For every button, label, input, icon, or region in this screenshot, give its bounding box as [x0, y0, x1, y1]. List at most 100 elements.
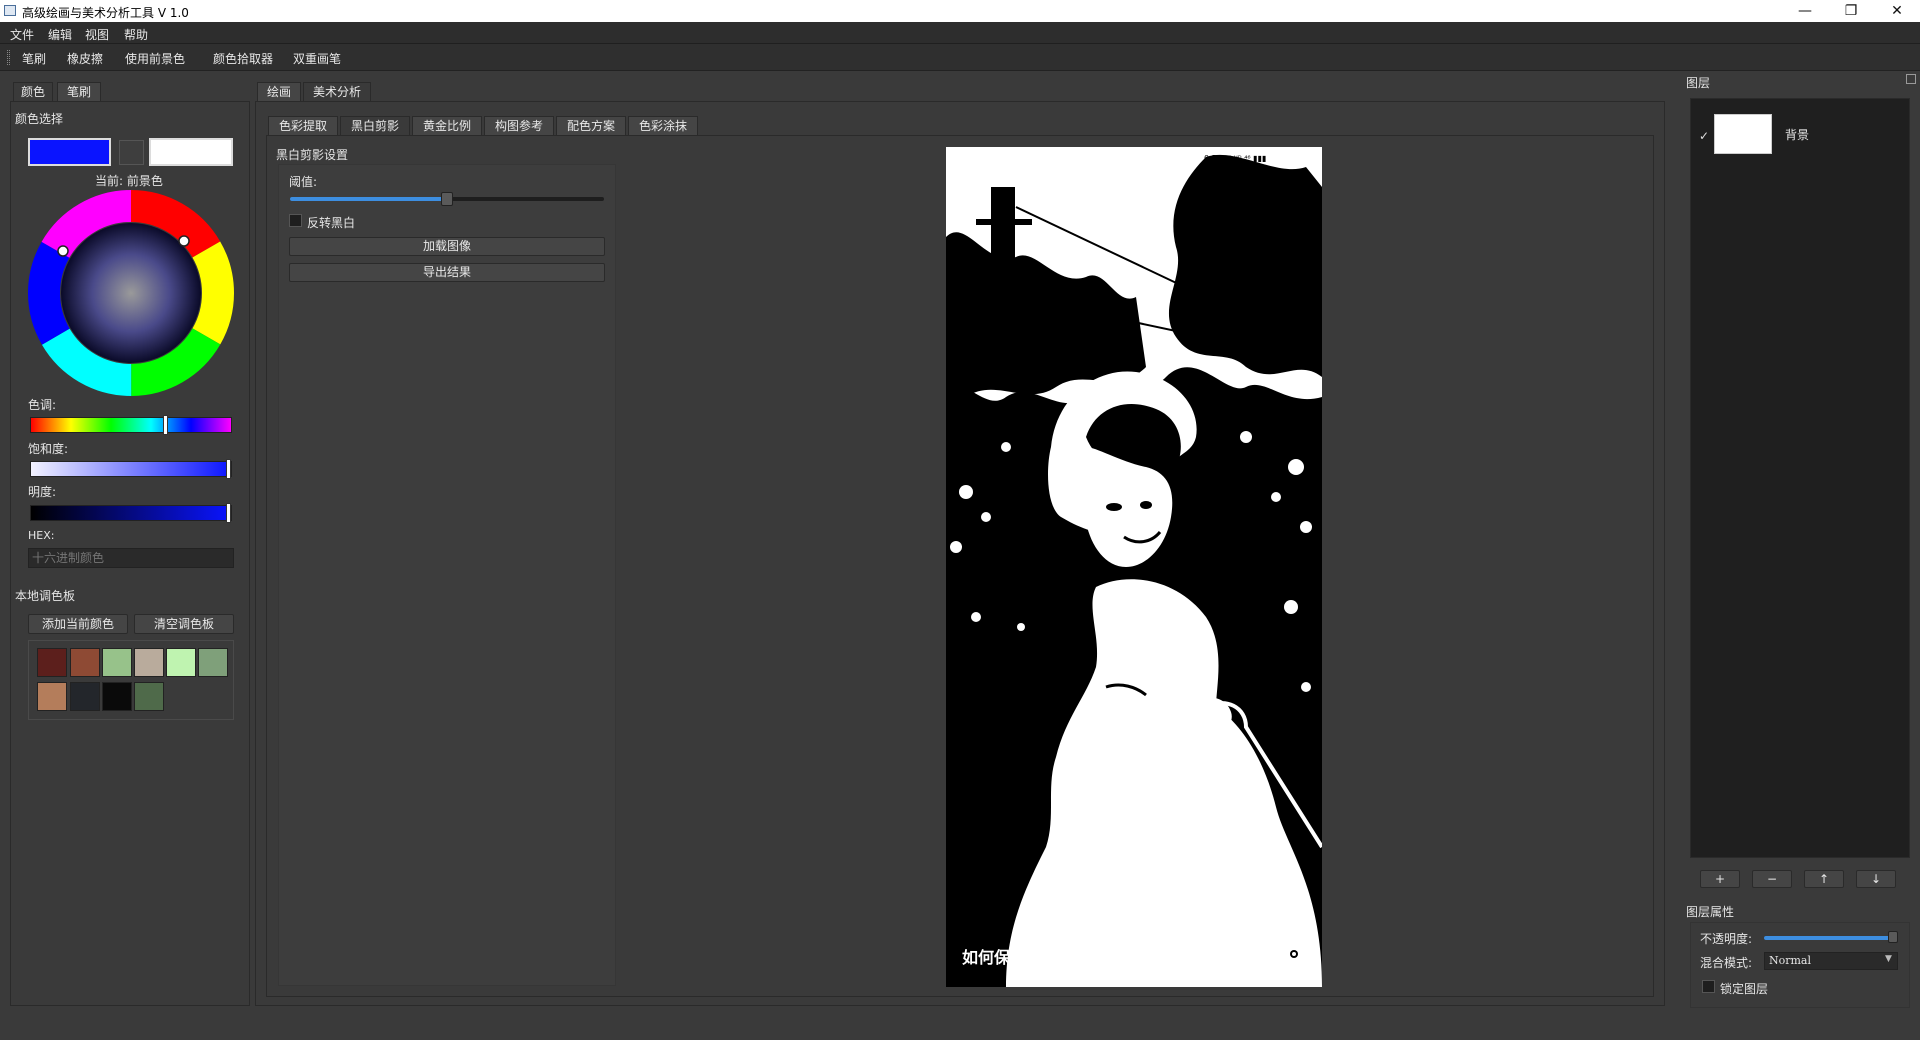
palette-section-title: 本地调色板	[15, 589, 76, 603]
chevron-down-icon: ▼	[1885, 954, 1892, 964]
threshold-slider-handle[interactable]	[441, 192, 453, 206]
color-section-title: 颜色选择	[15, 112, 64, 126]
palette-grid	[28, 640, 234, 720]
layer-props-title: 图层属性	[1686, 905, 1735, 919]
pole-crossbar	[976, 219, 1032, 225]
eraser-tool-button[interactable]: 橡皮擦	[67, 50, 103, 67]
palette-swatch[interactable]	[134, 682, 164, 711]
saturation-slider-handle[interactable]	[226, 459, 231, 479]
tab-brush[interactable]: 笔刷	[57, 82, 101, 102]
current-color-label: 当前: 前景色	[95, 174, 163, 188]
palette-swatch[interactable]	[134, 648, 164, 677]
move-layer-up-button[interactable]: ↑	[1804, 870, 1844, 888]
color-handle[interactable]	[57, 245, 69, 257]
export-result-button[interactable]: 导出结果	[289, 263, 605, 282]
layer-thumbnail	[1714, 114, 1772, 154]
figure-eye	[1140, 501, 1152, 509]
hex-label: HEX:	[28, 529, 55, 542]
opacity-slider-fill	[1764, 936, 1898, 940]
tab-color[interactable]: 颜色	[13, 82, 53, 102]
tab-painting[interactable]: 绘画	[257, 82, 301, 102]
tree-foliage-right	[1168, 154, 1322, 377]
restore-button[interactable]: ❐	[1828, 0, 1874, 22]
palette-swatch[interactable]	[37, 682, 67, 711]
subtab-composition[interactable]: 构图参考	[484, 116, 554, 136]
lock-layer-checkbox[interactable]	[1702, 980, 1715, 993]
brightness-label: 明度:	[28, 485, 57, 499]
color-picker-tool-button[interactable]: 颜色拾取器	[213, 50, 273, 67]
brightness-slider-handle[interactable]	[226, 503, 231, 523]
palette-swatch[interactable]	[102, 648, 132, 677]
threshold-label: 阈值:	[289, 175, 318, 189]
undock-icon[interactable]	[1906, 74, 1916, 84]
menu-edit[interactable]: 编辑	[48, 26, 72, 43]
window-title: 高级绘画与美术分析工具 V 1.0	[22, 6, 189, 20]
lock-layer-label: 锁定图层	[1720, 982, 1769, 996]
layer-list: ✓ 背景	[1690, 98, 1910, 858]
clear-palette-button[interactable]: 清空调色板	[134, 614, 234, 634]
dual-brush-button[interactable]: 双重画笔	[293, 50, 341, 67]
tab-art-analysis[interactable]: 美术分析	[303, 82, 371, 102]
close-button[interactable]: ✕	[1874, 0, 1920, 22]
color-wheel[interactable]	[28, 190, 234, 396]
threshold-slider[interactable]	[290, 192, 604, 206]
use-foreground-button[interactable]: 使用前景色	[125, 50, 185, 67]
threshold-slider-fill	[290, 197, 447, 201]
hue-handle[interactable]	[178, 235, 190, 247]
subtab-color-smudge[interactable]: 色彩涂抹	[628, 116, 698, 136]
minimize-button[interactable]: —	[1782, 0, 1828, 22]
add-layer-button[interactable]: +	[1700, 870, 1740, 888]
blend-mode-label: 混合模式:	[1700, 956, 1753, 970]
blend-mode-select[interactable]: Normal ▼	[1764, 952, 1898, 970]
palette-swatch[interactable]	[70, 682, 100, 711]
subtab-bw-silhouette[interactable]: 黑白剪影	[340, 116, 410, 136]
load-image-button[interactable]: 加载图像	[289, 237, 605, 256]
menu-view[interactable]: 视图	[85, 26, 109, 43]
title-bar: 高级绘画与美术分析工具 V 1.0 — ❐ ✕	[0, 0, 1920, 22]
menu-file[interactable]: 文件	[10, 26, 34, 43]
menu-bar: 文件 编辑 视图 帮助	[0, 22, 1920, 44]
subtab-golden-ratio[interactable]: 黄金比例	[412, 116, 482, 136]
foreground-color-swatch[interactable]	[28, 138, 111, 166]
palette-swatch[interactable]	[102, 682, 132, 711]
toolbar: 笔刷 橡皮擦 使用前景色 颜色拾取器 双重画笔	[0, 44, 1920, 71]
subtab-color-scheme[interactable]: 配色方案	[556, 116, 626, 136]
saturation-label: 饱和度:	[28, 442, 69, 456]
layer-visible-check-icon[interactable]: ✓	[1699, 129, 1709, 143]
hue-slider[interactable]	[30, 415, 232, 435]
swap-colors-button[interactable]	[119, 140, 144, 165]
palette-swatch[interactable]	[198, 648, 228, 677]
hex-input[interactable]	[28, 548, 234, 568]
subtab-color-extraction[interactable]: 色彩提取	[268, 116, 338, 136]
utility-pole	[991, 187, 1015, 347]
saturation-slider[interactable]	[30, 459, 232, 479]
figure-eye	[1106, 503, 1122, 511]
menu-help[interactable]: 帮助	[124, 26, 148, 43]
remove-layer-button[interactable]: −	[1752, 870, 1792, 888]
add-current-color-button[interactable]: 添加当前颜色	[28, 614, 128, 634]
palette-swatch[interactable]	[37, 648, 67, 677]
toolbar-grip[interactable]	[7, 50, 10, 65]
layers-title: 图层	[1686, 76, 1711, 90]
brightness-slider[interactable]	[30, 503, 232, 523]
image-caption: 如何保持	[962, 948, 1026, 967]
invert-bw-checkbox[interactable]	[289, 214, 302, 227]
move-layer-down-button[interactable]: ↓	[1856, 870, 1896, 888]
opacity-label: 不透明度:	[1700, 932, 1753, 946]
blend-mode-value: Normal	[1769, 954, 1812, 967]
layer-item-background[interactable]: ✓ 背景	[1691, 109, 1909, 167]
app-icon	[4, 5, 16, 16]
settings-group	[278, 164, 616, 986]
brush-tool-button[interactable]: 笔刷	[22, 50, 46, 67]
opacity-slider[interactable]	[1764, 931, 1898, 943]
palette-swatch[interactable]	[166, 648, 196, 677]
background-color-swatch[interactable]	[149, 138, 233, 166]
palette-swatch[interactable]	[70, 648, 100, 677]
silhouette-preview-image: 0.50 ⁵ᴳ ᴴᴰ ⁴⁶ ▮▮▮ 如何保持	[946, 147, 1322, 987]
invert-bw-label: 反转黑白	[307, 216, 356, 230]
opacity-slider-handle[interactable]	[1888, 931, 1898, 943]
silhouette-graphic: 0.50 ⁵ᴳ ᴴᴰ ⁴⁶ ▮▮▮ 如何保持	[946, 147, 1322, 987]
phone-status-bar: 0.50 ⁵ᴳ ᴴᴰ ⁴⁶ ▮▮▮	[1204, 154, 1266, 163]
hue-slider-handle[interactable]	[162, 415, 168, 435]
hue-label: 色调:	[28, 398, 57, 412]
